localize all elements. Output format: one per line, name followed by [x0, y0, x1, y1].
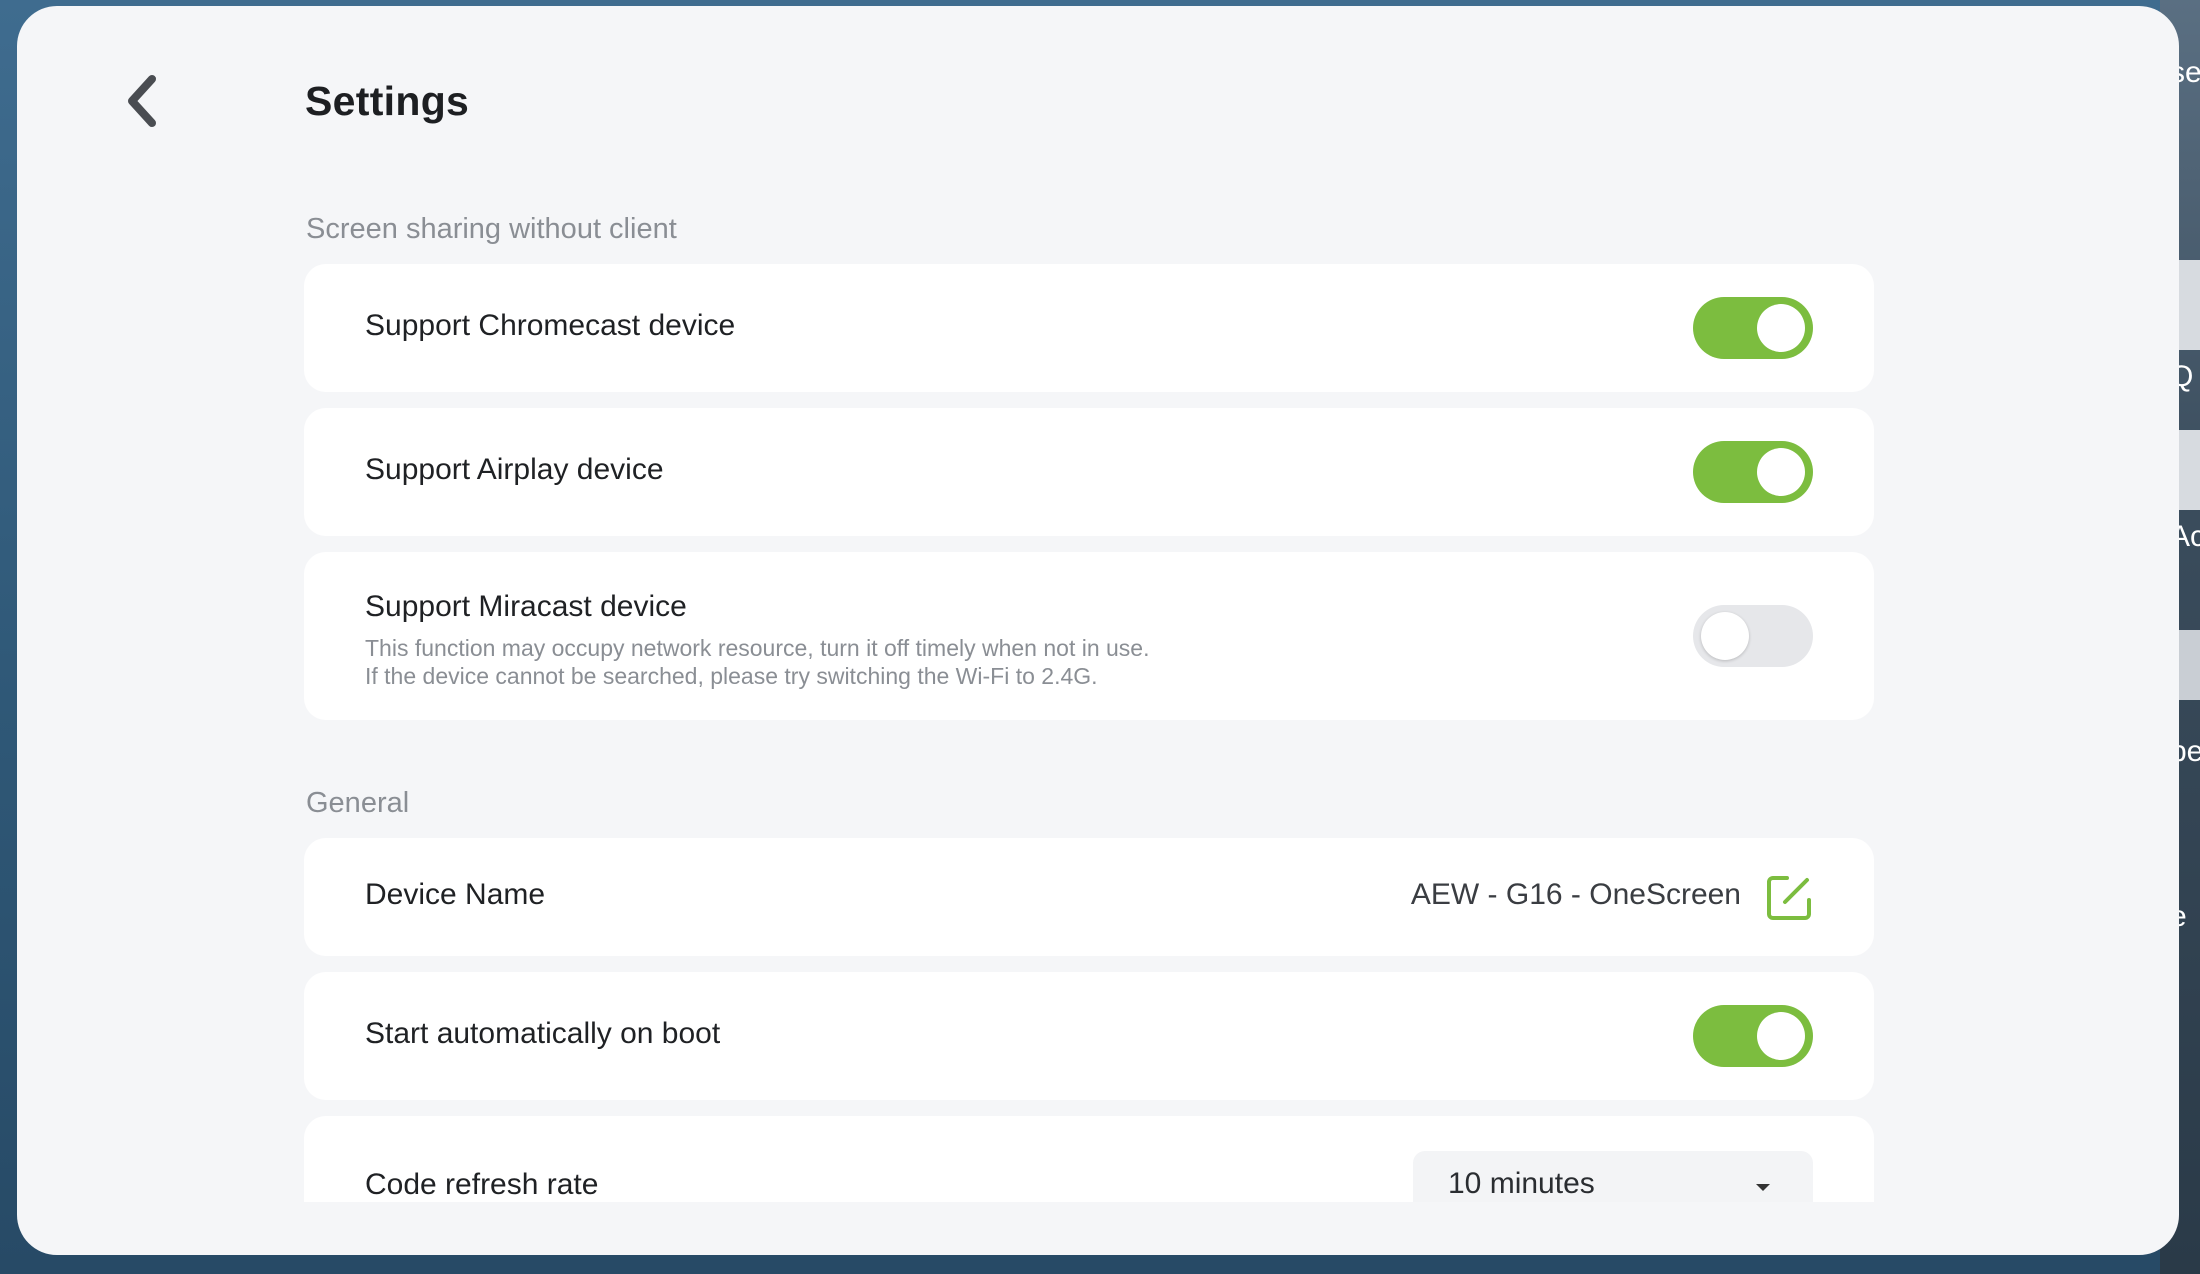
device-name-value: AEW - G16 - OneScreen: [1410, 878, 1741, 911]
toggle-knob: [1701, 612, 1749, 660]
miracast-toggle[interactable]: [1693, 605, 1813, 667]
setting-label: Start automatically on boot: [365, 1017, 721, 1050]
setting-row-chromecast: Support Chromecast device: [304, 264, 1874, 392]
chevron-left-icon: [128, 75, 156, 127]
setting-row-code-refresh: Code refresh rate 10 minutes: [304, 1116, 1874, 1202]
toggle-knob: [1757, 304, 1805, 352]
dropdown-value: 10 minutes: [1448, 1167, 1595, 1200]
back-button[interactable]: [97, 56, 187, 146]
setting-label: Support Chromecast device: [365, 309, 736, 342]
setting-row-airplay: Support Airplay device: [304, 408, 1874, 536]
airplay-toggle[interactable]: [1693, 441, 1813, 503]
autostart-toggle[interactable]: [1693, 1005, 1813, 1067]
setting-label: Support Miracast device: [365, 590, 687, 623]
setting-label: Support Airplay device: [365, 453, 664, 486]
setting-description: This function may occupy network resourc…: [365, 635, 1150, 661]
toggle-knob: [1757, 448, 1805, 496]
setting-row-miracast: Support Miracast device This function ma…: [304, 552, 1874, 720]
setting-row-autostart: Start automatically on boot: [304, 972, 1874, 1100]
chromecast-toggle[interactable]: [1693, 297, 1813, 359]
settings-content: Screen sharing without client Support Ch…: [304, 6, 1874, 1202]
code-refresh-dropdown[interactable]: 10 minutes: [1413, 1151, 1813, 1202]
setting-description: If the device cannot be searched, please…: [365, 663, 1098, 689]
section-label-screen-sharing: Screen sharing without client: [306, 213, 677, 245]
setting-row-device-name: Device Name AEW - G16 - OneScreen: [304, 838, 1874, 956]
setting-label: Device Name: [365, 878, 546, 911]
settings-window: Settings Screen sharing without client S…: [17, 6, 2179, 1255]
caret-down-icon: [1756, 1184, 1770, 1191]
toggle-knob: [1757, 1012, 1805, 1060]
edit-icon[interactable]: [1765, 872, 1815, 922]
section-label-general: General: [306, 787, 410, 819]
setting-label: Code refresh rate: [365, 1168, 599, 1201]
